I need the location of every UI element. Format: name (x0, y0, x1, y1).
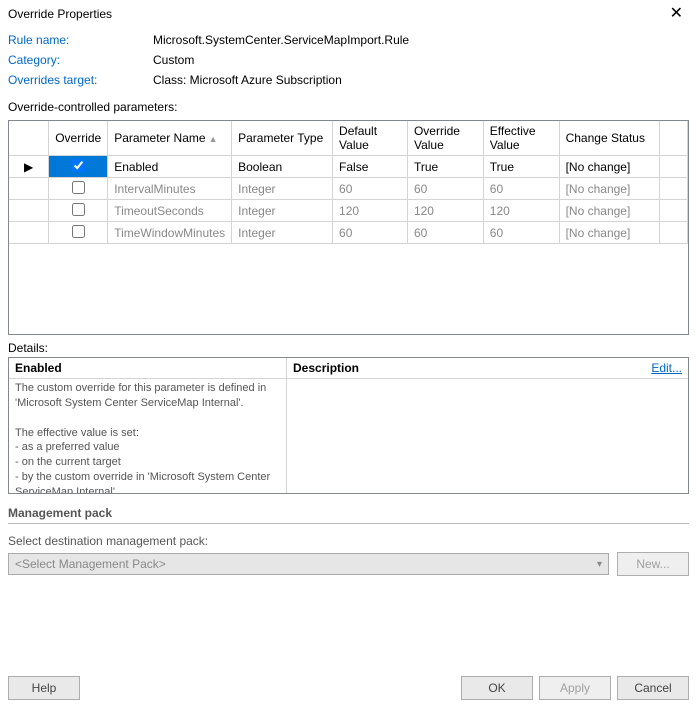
details-right-panel: Description Edit... (287, 358, 688, 493)
override-value-cell[interactable]: 60 (407, 222, 483, 244)
override-checkbox[interactable] (72, 225, 85, 238)
overrides-target-label: Overrides target: (8, 73, 153, 87)
override-checkbox[interactable] (72, 159, 85, 172)
row-indicator-cell (9, 200, 49, 222)
details-left-panel: Enabled The custom override for this par… (9, 358, 287, 493)
param-type-cell: Integer (232, 200, 333, 222)
extra-cell (659, 200, 687, 222)
table-row[interactable]: TimeWindowMinutesInteger606060[No change… (9, 222, 688, 244)
override-checkbox[interactable] (72, 181, 85, 194)
apply-button[interactable]: Apply (539, 676, 611, 700)
param-type-cell: Integer (232, 222, 333, 244)
override-value-cell[interactable]: 120 (407, 200, 483, 222)
extra-cell (659, 178, 687, 200)
help-button[interactable]: Help (8, 676, 80, 700)
sort-asc-icon: ▲ (209, 134, 218, 144)
description-header: Description (293, 361, 359, 375)
override-value-cell[interactable]: True (407, 156, 483, 178)
col-change-status[interactable]: Change Status (559, 121, 659, 156)
col-override-value[interactable]: Override Value (407, 121, 483, 156)
grid-label: Override-controlled parameters: (0, 90, 697, 118)
override-checkbox[interactable] (72, 203, 85, 216)
col-parameter-type[interactable]: Parameter Type (232, 121, 333, 156)
override-value-cell[interactable]: 60 (407, 178, 483, 200)
table-row[interactable]: TimeoutSecondsInteger120120120[No change… (9, 200, 688, 222)
table-row[interactable]: IntervalMinutesInteger606060[No change] (9, 178, 688, 200)
chevron-down-icon: ▾ (597, 559, 602, 570)
new-mp-button[interactable]: New... (617, 552, 689, 576)
description-body (287, 379, 688, 493)
extra-cell (659, 222, 687, 244)
details-line: - by the custom override in 'Microsoft S… (15, 470, 280, 493)
dialog-buttons: Help OK Apply Cancel (0, 672, 697, 704)
param-name-cell: IntervalMinutes (108, 178, 232, 200)
row-indicator-cell: ▶ (9, 156, 49, 178)
cancel-button[interactable]: Cancel (617, 676, 689, 700)
param-type-cell: Integer (232, 178, 333, 200)
col-extra[interactable] (659, 121, 687, 156)
override-cell[interactable] (49, 156, 108, 178)
close-icon: ✕ (670, 5, 683, 22)
override-cell[interactable] (49, 200, 108, 222)
col-row-indicator[interactable] (9, 121, 49, 156)
overrides-target-value: Class: Microsoft Azure Subscription (153, 73, 342, 87)
category-value: Custom (153, 53, 194, 67)
effective-value-cell: 60 (483, 222, 559, 244)
change-status-cell: [No change] (559, 222, 659, 244)
category-label: Category: (8, 53, 153, 67)
col-pname-text: Parameter Name (114, 131, 205, 145)
edit-link[interactable]: Edit... (651, 361, 682, 375)
override-cell[interactable] (49, 178, 108, 200)
grid-table: Override Parameter Name▲ Parameter Type … (9, 121, 688, 244)
rule-name-value: Microsoft.SystemCenter.ServiceMapImport.… (153, 33, 409, 47)
management-pack-label: Select destination management pack: (0, 524, 697, 550)
effective-value-cell: 60 (483, 178, 559, 200)
extra-cell (659, 156, 687, 178)
details-line: - as a preferred value (15, 440, 280, 455)
details-line: The custom override for this parameter i… (15, 381, 280, 411)
row-indicator-cell (9, 178, 49, 200)
row-indicator-cell (9, 222, 49, 244)
details-line: - on the current target (15, 455, 280, 470)
col-override[interactable]: Override (49, 121, 108, 156)
param-type-cell: Boolean (232, 156, 333, 178)
details-box: Enabled The custom override for this par… (8, 357, 689, 494)
table-row[interactable]: ▶EnabledBooleanFalseTrueTrue[No change] (9, 156, 688, 178)
default-value-cell: False (333, 156, 408, 178)
meta-section: Rule name: Microsoft.SystemCenter.Servic… (0, 26, 697, 90)
effective-value-cell: True (483, 156, 559, 178)
change-status-cell: [No change] (559, 156, 659, 178)
details-left-body[interactable]: The custom override for this parameter i… (9, 379, 286, 493)
window-title: Override Properties (8, 7, 112, 21)
param-name-cell: Enabled (108, 156, 232, 178)
details-label: Details: (0, 335, 697, 357)
management-pack-select[interactable]: <Select Management Pack> ▾ (8, 553, 609, 575)
management-pack-header: Management pack (8, 506, 689, 524)
change-status-cell: [No change] (559, 178, 659, 200)
col-effective-value[interactable]: Effective Value (483, 121, 559, 156)
param-name-cell: TimeWindowMinutes (108, 222, 232, 244)
default-value-cell: 60 (333, 222, 408, 244)
col-parameter-name[interactable]: Parameter Name ▲ (108, 121, 232, 156)
default-value-cell: 60 (333, 178, 408, 200)
col-default-value[interactable]: Default Value (333, 121, 408, 156)
rule-name-label: Rule name: (8, 33, 153, 47)
override-cell[interactable] (49, 222, 108, 244)
mp-select-value: <Select Management Pack> (15, 557, 166, 571)
default-value-cell: 120 (333, 200, 408, 222)
close-button[interactable]: ✕ (664, 6, 689, 22)
details-left-header: Enabled (9, 358, 286, 379)
titlebar: Override Properties ✕ (0, 0, 697, 26)
ok-button[interactable]: OK (461, 676, 533, 700)
param-name-cell: TimeoutSeconds (108, 200, 232, 222)
effective-value-cell: 120 (483, 200, 559, 222)
grid-scroll[interactable]: Override Parameter Name▲ Parameter Type … (9, 121, 688, 334)
details-line: The effective value is set: (15, 426, 280, 441)
parameters-grid: Override Parameter Name▲ Parameter Type … (8, 120, 689, 335)
change-status-cell: [No change] (559, 200, 659, 222)
